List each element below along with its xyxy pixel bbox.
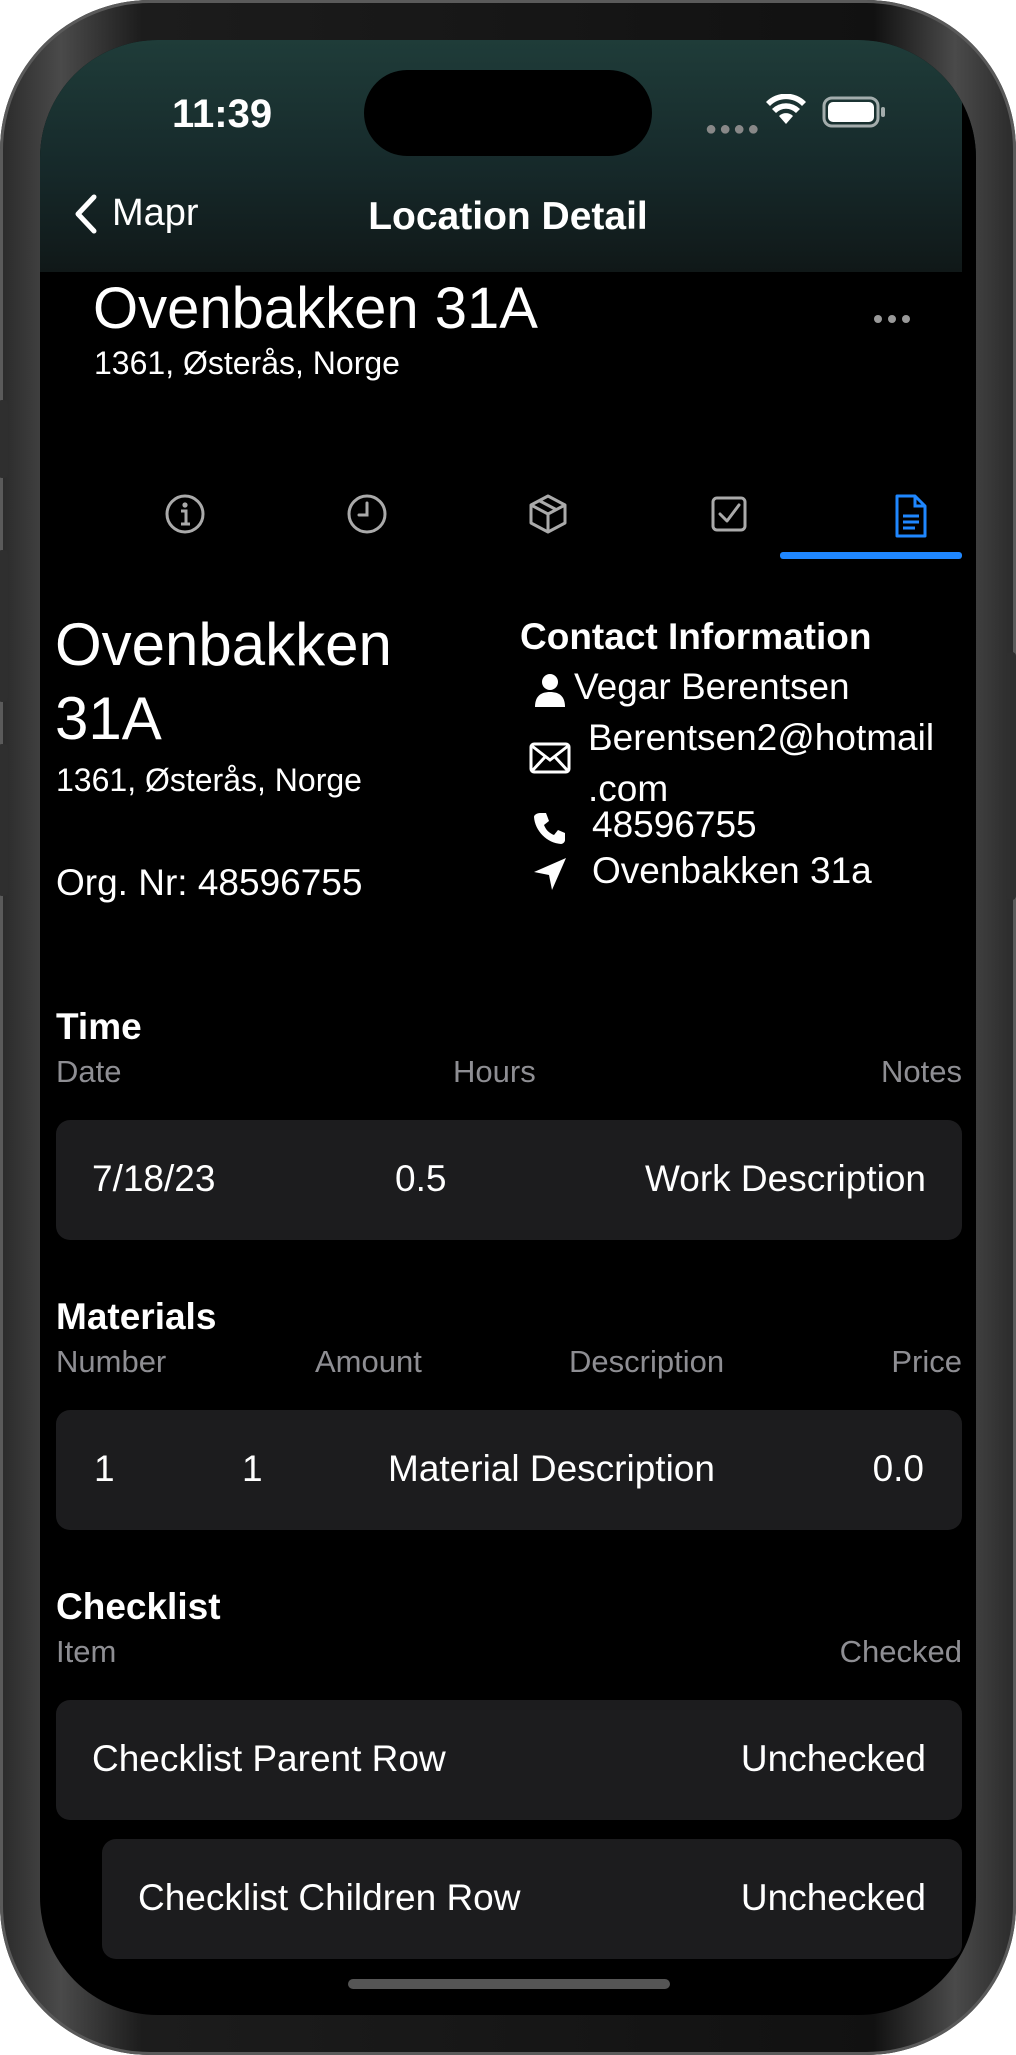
time-section-title: Time (56, 1006, 142, 1047)
time-row[interactable]: 7/18/23 0.5 Work Description (56, 1120, 962, 1240)
contact-email-row[interactable]: Berentsen2@hotmail .com (520, 712, 934, 814)
envelope-icon (529, 742, 571, 774)
more-options-button[interactable] (874, 315, 910, 323)
volume-down-button (0, 744, 8, 896)
checklist-row-status: Unchecked (740, 1738, 926, 1779)
tab-checklist[interactable] (639, 470, 819, 580)
dynamic-island (364, 70, 652, 156)
nav-title: Location Detail (368, 195, 648, 238)
page-title: Ovenbakken 31A (93, 276, 538, 341)
screen: 11:39 ●●●● Mapr Location Detail Ovenbakk… (40, 40, 976, 2015)
time-header-notes: Notes (881, 1054, 962, 1089)
checklist-row-item: Checklist Parent Row (92, 1738, 446, 1779)
contact-address-row[interactable]: Ovenbakken 31a (520, 850, 872, 892)
materials-header-amount: Amount (315, 1344, 422, 1379)
contact-name: Vegar Berentsen (574, 666, 850, 707)
location-subtitle: 1361, Østerås, Norge (56, 762, 362, 798)
selected-tab-indicator (780, 552, 962, 559)
materials-row-number: 1 (94, 1448, 115, 1489)
volume-up-button (0, 550, 8, 702)
contact-email[interactable]: Berentsen2@hotmail .com (588, 712, 934, 814)
clock-icon (347, 494, 387, 534)
checklist-child-row-item: Checklist Children Row (138, 1877, 521, 1918)
materials-header-price: Price (891, 1344, 962, 1379)
checklist-child-row-status: Unchecked (740, 1877, 926, 1918)
cellular-signal-icon: ●●●● (705, 118, 762, 140)
location-title: Ovenbakken 31A (55, 611, 392, 752)
power-button (1006, 652, 1016, 900)
time-header-hours: Hours (453, 1054, 536, 1089)
checklist-child-row[interactable]: Checklist Children Row Unchecked (102, 1839, 962, 1959)
page-subtitle: 1361, Østerås, Norge (94, 345, 400, 381)
tab-info[interactable] (95, 470, 275, 580)
tab-bar (40, 470, 962, 580)
time-row-date: 7/18/23 (92, 1158, 216, 1199)
mute-switch (0, 400, 8, 478)
org-number: Org. Nr: 48596755 (56, 862, 363, 903)
checkbox-icon (711, 496, 747, 532)
person-icon (535, 674, 565, 707)
contact-name-row: Vegar Berentsen (520, 666, 850, 708)
ellipsis-icon (874, 315, 882, 323)
location-arrow-icon (534, 858, 566, 890)
time-row-hours: 0.5 (395, 1158, 447, 1199)
contact-info-title: Contact Information (520, 616, 872, 657)
contact-address: Ovenbakken 31a (592, 850, 872, 891)
checklist-header-item: Item (56, 1634, 117, 1669)
tab-materials[interactable] (458, 470, 638, 580)
tab-time[interactable] (277, 470, 457, 580)
box-icon (529, 494, 567, 534)
home-indicator[interactable] (348, 1979, 670, 1989)
checklist-section-title: Checklist (56, 1586, 221, 1627)
checklist-row[interactable]: Checklist Parent Row Unchecked (56, 1700, 962, 1820)
time-header-date: Date (56, 1054, 122, 1089)
contact-phone-row[interactable]: 48596755 (520, 804, 757, 846)
tab-document[interactable] (820, 470, 976, 580)
status-time: 11:39 (172, 92, 273, 136)
contact-phone: 48596755 (592, 804, 757, 845)
info-circle-icon (165, 494, 205, 534)
phone-icon (534, 813, 565, 844)
materials-section-title: Materials (56, 1296, 217, 1337)
materials-header-number: Number (56, 1344, 167, 1379)
materials-row[interactable]: 1 1 Material Description 0.0 (56, 1410, 962, 1530)
materials-row-price: 0.0 (872, 1448, 924, 1489)
time-row-notes: Work Description (644, 1158, 926, 1199)
checklist-header-checked: Checked (839, 1634, 962, 1669)
materials-header-description: Description (569, 1344, 725, 1379)
wifi-icon (766, 94, 806, 124)
battery-icon (822, 96, 885, 128)
document-icon (895, 494, 927, 538)
materials-row-amount: 1 (242, 1448, 263, 1489)
materials-row-description: Material Description (388, 1448, 715, 1489)
